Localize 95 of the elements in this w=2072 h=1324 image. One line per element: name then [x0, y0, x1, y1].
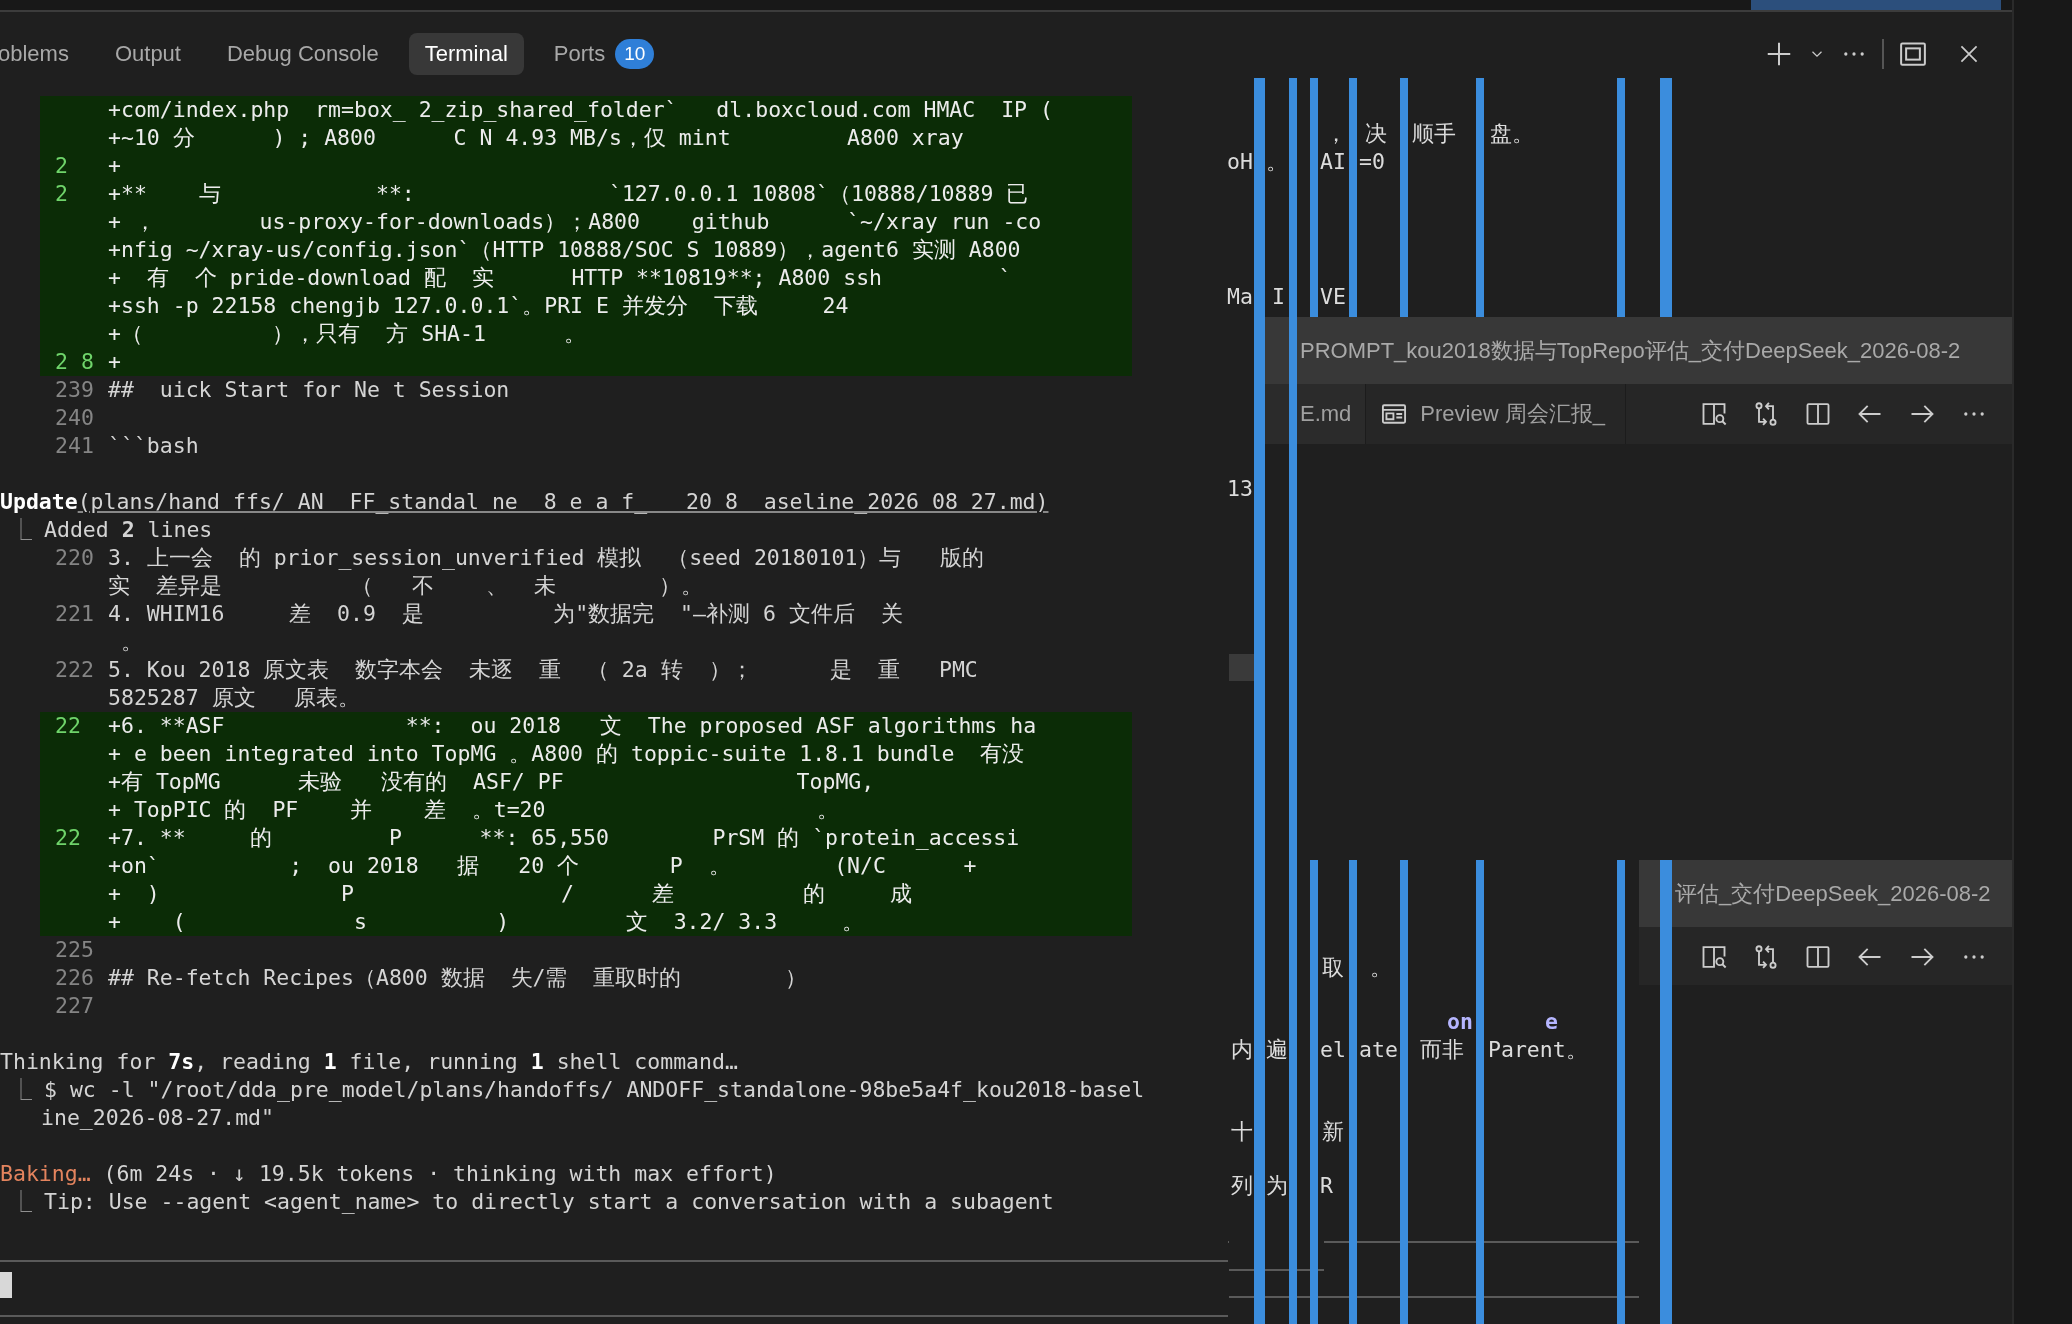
open-preview-icon[interactable]	[1700, 943, 1728, 971]
text-fragment: 盘。	[1490, 120, 1534, 148]
code-line: 5825287 原文 原表。	[108, 684, 361, 712]
code-line: ```bash	[108, 432, 199, 460]
code-line: +com/index.php rm=box_ 2_zip_shared_folder` dl.boxcloud.com HMAC IP (	[108, 96, 1053, 124]
line-number: 241	[54, 432, 95, 460]
split-editor-icon[interactable]	[1804, 400, 1832, 428]
code-line: ## uick Start for Ne t Session	[108, 376, 510, 404]
text-cursor	[0, 1272, 12, 1298]
editor-title-bar: 评估_交付DeepSeek_2026-08-2	[1639, 860, 2012, 927]
text-fragment: el	[1320, 1036, 1346, 1064]
text-fragment: 。	[1370, 954, 1392, 982]
panel-tab[interactable]: Ports 10	[537, 31, 671, 77]
line-number: 2	[54, 152, 69, 180]
code-line: +有 TopMG 未验 没有的 ASF/ PF TopMG,	[108, 768, 875, 796]
text-fragment: R	[1320, 1172, 1333, 1200]
text-fragment: VE	[1320, 283, 1346, 311]
text-fragment: 而非	[1420, 1036, 1464, 1064]
code-line: +** 与 **: `127.0.0.1 10808`（10888/10889 已	[108, 180, 1029, 208]
code-line: + ) P / 差 的 成	[108, 880, 912, 908]
code-line: +（ ），只有 方 SHA-1 。	[108, 320, 586, 348]
status-text: Thinking for 7s, reading 1 file, running 1 shell command…	[0, 1048, 738, 1076]
result-text: Tip: Use --agent <agent_name> to directly start a conversation with a subagent	[44, 1188, 1054, 1216]
line-number: 226	[54, 964, 95, 992]
editor-tab[interactable]: E.md	[1263, 384, 1367, 444]
text-fragment: 为	[1266, 1172, 1288, 1200]
code-line: + TopPIC 的 PF 并 差 。t=20 。	[108, 796, 840, 824]
result-branch-icon: ⎿	[10, 516, 32, 544]
line-number: 222	[54, 656, 95, 684]
code-line: 4. WHIM16 差 0.9 是 为"数据完 "—补测 6 文件后 关	[108, 600, 903, 628]
line-number: 220	[54, 544, 95, 572]
text-fragment: 取	[1322, 954, 1344, 982]
text-fragment: Parent。	[1488, 1036, 1588, 1064]
code-line: +~10 分 ) ; A800 C N 4.93 MB/s，仅 mint A800 xray	[108, 124, 964, 152]
line-number: 221	[54, 600, 95, 628]
code-line: 5. Kou 2018 原文表 数字本会 未逐 重 （ 2a 转 ）； 是 重 PMC	[108, 656, 978, 684]
text-fragment: 内	[1231, 1036, 1253, 1064]
line-number: 225	[54, 936, 95, 964]
code-line: + ， us-proxy-for-downloads）；A800 github `~/xray run -co	[108, 208, 1042, 236]
code-line: +on` ; ou 2018 据 20 个 P 。 (N/C +	[108, 852, 977, 880]
line-number: 22	[54, 824, 82, 852]
open-preview-icon[interactable]	[1700, 400, 1728, 428]
editor-title-bar: PROMPT_kou2018数据与TopRepo评估_交付DeepSeek_2026-08-2	[1263, 317, 2012, 384]
result-text: $ wc -l "/root/dda_pre_model/plans/handoffs/ ANDOFF_standalone-98be5a4f_kou2018-basel	[44, 1076, 1145, 1104]
count-badge: 10	[615, 39, 655, 69]
text-fragment: 列	[1231, 1172, 1253, 1200]
line-number: 2	[54, 180, 69, 208]
line-number: 240	[54, 404, 95, 432]
text-fragment: ate	[1359, 1036, 1398, 1064]
text-fragment: 新	[1322, 1118, 1344, 1146]
text-fragment: 顺手	[1412, 120, 1456, 148]
text-fragment: 十	[1231, 1118, 1253, 1146]
panel-tab[interactable]: Output	[98, 33, 197, 75]
text-fragment: on	[1447, 1008, 1473, 1036]
result-branch-icon: ⎿	[10, 1076, 32, 1104]
text-fragment: ，	[1325, 120, 1347, 148]
split-editor-icon[interactable]	[1804, 943, 1832, 971]
panel-tab[interactable]: Debug Console	[210, 33, 395, 75]
text-fragment: 决	[1365, 120, 1387, 148]
line-number: 239	[54, 376, 95, 404]
code-line: + e been integrated into TopMG 。A800 的 toppic-suite 1.8.1 bundle 有没	[108, 740, 1025, 768]
code-line: + 有 个 pride-download 配 实 HTTP **10819**; A800 ssh `	[108, 264, 1012, 292]
text-fragment: 遍	[1266, 1036, 1288, 1064]
activity-label: Baking…	[0, 1160, 91, 1188]
tool-arguments: (plans/hand ffs/ AN FF_standal ne 8 e a f_ 20 8 aseline_2026 08 27.md)	[77, 488, 1049, 516]
text-fragment: AI	[1320, 148, 1346, 176]
text-fragment: I	[1272, 283, 1285, 311]
tool-name: Update	[0, 488, 78, 516]
line-number: 22	[54, 712, 82, 740]
maximize-icon[interactable]	[1898, 39, 1928, 69]
line-number: 2 8	[54, 348, 95, 376]
code-line: +6. **ASF **: ou 2018 文 The proposed ASF algorithms ha	[108, 712, 1037, 740]
text-fragment: e	[1545, 1008, 1558, 1036]
result-text: Added 2 lines	[44, 516, 213, 544]
code-line: 实 差异是 （ 不 、 未 ）。	[108, 572, 704, 600]
code-line: 3. 上一会 的 prior_session_unverified 模拟 （seed 20180101）与 版的	[108, 544, 985, 572]
panel-tab[interactable]: Terminal	[408, 33, 524, 75]
code-line: +nfig ~/xray-us/config.json`（HTTP 10888/SOC S 10889），agent6 实测 A800	[108, 236, 1021, 264]
text-fragment: 13	[1227, 475, 1253, 503]
text-fragment: =0	[1359, 148, 1385, 176]
code-line: +	[108, 348, 121, 376]
text-fragment: oH	[1227, 148, 1253, 176]
code-line: +ssh -p 22158 chengjb 127.0.0.1`。PRI E 并发分 下载 24	[108, 292, 849, 320]
code-line: ## Re-fetch Recipes（A800 数据 失/需 重取时的 ）	[108, 964, 807, 992]
result-branch-icon: ⎿	[10, 1188, 32, 1216]
code-line: +7. ** 的 P **: 65,550 PrSM 的 `protein_accessi	[108, 824, 1020, 852]
result-text: ine_2026-08-27.md"	[41, 1104, 274, 1132]
code-line: 。	[119, 628, 143, 656]
line-number: 227	[54, 992, 95, 1020]
code-line: + ( s ) 文 3.2/ 3.3 。	[108, 908, 864, 936]
cursor-block	[1229, 654, 1254, 681]
text-fragment: 。	[1266, 148, 1288, 176]
text-fragment: Ma	[1227, 283, 1253, 311]
activity-detail: (6m 24s · ↓ 19.5k tokens · thinking with max effort)	[102, 1160, 777, 1188]
code-line: +	[108, 152, 121, 180]
